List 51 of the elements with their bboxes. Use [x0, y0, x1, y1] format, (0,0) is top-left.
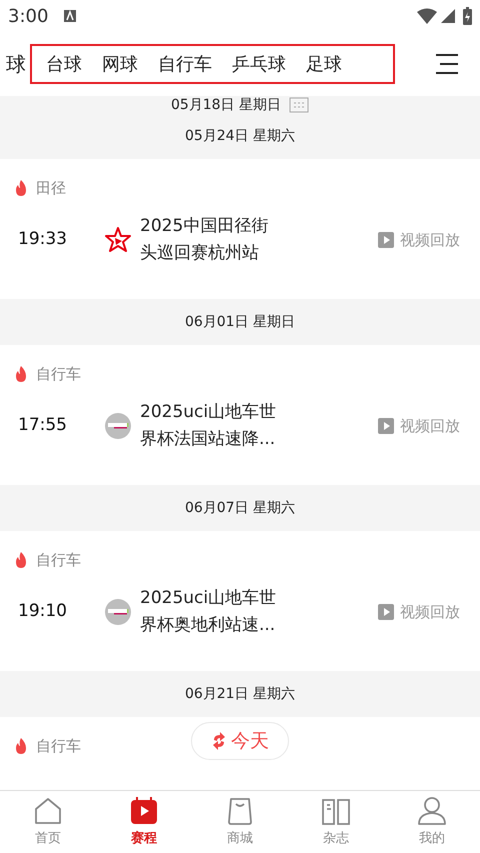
wifi-icon: [417, 8, 437, 24]
replay-button[interactable]: 视频回放: [378, 600, 460, 624]
date-header: 05月18日 星期日: [170, 96, 282, 114]
play-icon: [378, 232, 394, 248]
replay-button[interactable]: 视频回放: [378, 414, 460, 438]
date-header: 06月21日 星期六: [184, 684, 296, 704]
play-icon: [378, 418, 394, 434]
sport-tab[interactable]: 台球: [46, 50, 82, 78]
event-card[interactable]: 自行车 19:10 2025uci山地车世界杯奥地利站速... 视频回放: [0, 531, 480, 671]
event-category: 自行车: [36, 364, 81, 385]
event-category: 田径: [36, 178, 66, 199]
date-header: 06月07日 星期六: [184, 498, 296, 518]
sport-tab[interactable]: 球: [0, 49, 26, 79]
event-card[interactable]: 田径 19:33 2025中国田径街头巡回赛杭州站 视频回放: [0, 159, 480, 299]
nav-tab[interactable]: 杂志: [288, 791, 384, 853]
today-button[interactable]: 今天: [191, 722, 289, 760]
event-title: 2025uci山地车世界杯奥地利站速...: [140, 587, 278, 637]
star-logo-icon: [104, 226, 132, 254]
event-title: 2025中国田径街头巡回赛杭州站: [140, 215, 270, 265]
flame-icon: [14, 552, 28, 568]
date-header: 05月24日 星期六: [184, 126, 296, 146]
event-time: 19:33: [17, 228, 68, 252]
nav-tab[interactable]: 我的: [384, 791, 480, 853]
refresh-icon: [211, 732, 227, 750]
flame-icon: [14, 366, 28, 382]
sport-tab[interactable]: 足球: [306, 50, 342, 78]
notification-icon: [64, 10, 76, 22]
event-time: 17:55: [17, 414, 68, 438]
flame-icon: [14, 738, 28, 754]
replay-button[interactable]: 视频回放: [378, 228, 460, 252]
event-time: 19:10: [17, 600, 68, 624]
nav-tab[interactable]: 赛程: [96, 791, 192, 853]
event-title: 2025uci山地车世界杯法国站速降...: [140, 401, 278, 451]
signal-icon: [441, 9, 455, 23]
nav-tab[interactable]: 首页: [0, 791, 96, 853]
flame-icon: [14, 180, 28, 196]
status-time: 3:00: [8, 4, 48, 28]
play-icon: [378, 604, 394, 620]
date-header: 06月01日 星期日: [184, 312, 296, 332]
sport-tab[interactable]: 自行车: [158, 50, 212, 78]
battery-icon: [463, 7, 472, 25]
nav-tab[interactable]: 商城: [192, 791, 288, 853]
menu-icon[interactable]: [434, 53, 460, 75]
event-card[interactable]: 自行车 17:55 2025uci山地车世界杯法国站速降... 视频回放: [0, 345, 480, 485]
round-logo-icon: [104, 412, 132, 440]
sport-tab[interactable]: 乒乓球: [232, 50, 286, 78]
event-category: 自行车: [36, 736, 81, 757]
sport-tab[interactable]: 网球: [102, 50, 138, 78]
event-category: 自行车: [36, 550, 81, 571]
round-logo-icon: [104, 598, 132, 626]
user-icon: [416, 795, 448, 828]
